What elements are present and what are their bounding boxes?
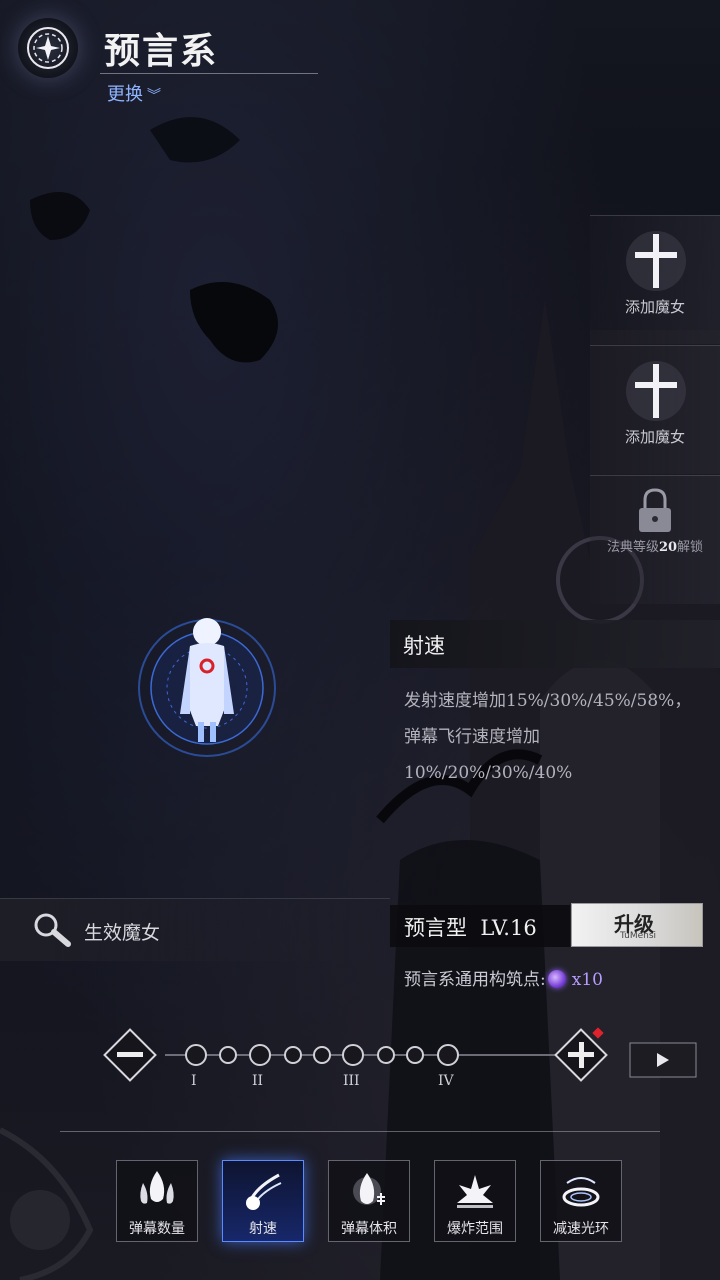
track-nodes <box>185 1044 459 1066</box>
add-witch-slot-1[interactable]: 添加魔女 <box>590 215 720 344</box>
switch-label: 更换 <box>107 84 143 105</box>
explosion-range-icon <box>457 1175 493 1208</box>
points-count: x10 <box>571 970 603 990</box>
locked-witch-slot: 法典等级20解锁 <box>590 475 720 604</box>
chevron-down-icon: ︾ <box>147 88 161 104</box>
tab-barrage-size[interactable]: 弹幕体积 <box>328 1160 410 1242</box>
track-node <box>249 1044 271 1066</box>
tab-label: 射速 <box>249 1221 277 1237</box>
type-level-value: LV.16 <box>480 916 537 940</box>
barrage-size-icon <box>353 1173 385 1205</box>
tab-slow-aura[interactable]: 减速光环 <box>540 1160 622 1242</box>
skill-description: 发射速度增加15%/30%/45%/58%，弹幕飞行速度增加10%/20%/30… <box>404 691 692 783</box>
barrage-count-icon <box>140 1171 174 1204</box>
track-node <box>313 1046 331 1064</box>
prophecy-emblem-icon <box>18 18 78 78</box>
switch-button[interactable]: 更换 ︾ <box>107 80 161 106</box>
type-level: 预言型 LV.16 <box>404 912 537 942</box>
slot-label: 添加魔女 <box>624 428 685 446</box>
cross-icon <box>626 361 686 421</box>
type-name: 预言型 <box>404 916 467 940</box>
add-witch-slot-2[interactable]: 添加魔女 <box>590 345 720 474</box>
tab-label: 爆炸范围 <box>447 1221 503 1237</box>
lock-icon <box>639 488 671 532</box>
stage-label-1: I <box>191 1073 197 1089</box>
skill-name: 射速 <box>403 634 445 658</box>
tab-label: 弹幕数量 <box>129 1221 185 1237</box>
effective-witch-label: 生效魔女 <box>84 922 161 944</box>
slot-label: 添加魔女 <box>624 298 685 316</box>
tab-label: 弹幕体积 <box>341 1221 397 1237</box>
build-points: 预言系通用构筑点: x10 <box>404 965 603 990</box>
level-track <box>103 1027 697 1082</box>
tab-barrage-count[interactable]: 弹幕数量 <box>116 1160 198 1242</box>
tab-explosion-range[interactable]: 爆炸范围 <box>434 1160 516 1242</box>
tabs-divider <box>60 1131 660 1132</box>
track-node <box>377 1046 395 1064</box>
magnifier-icon <box>34 913 71 947</box>
track-node <box>437 1044 459 1066</box>
track-node <box>406 1046 424 1064</box>
page-title: 预言系 <box>104 30 219 72</box>
cross-icon <box>626 231 686 291</box>
slow-aura-icon <box>562 1177 600 1207</box>
fire-rate-icon <box>246 1173 282 1210</box>
tab-fire-rate[interactable]: 射速 <box>222 1160 304 1242</box>
track-node <box>284 1046 302 1064</box>
purple-orb-icon <box>547 970 566 988</box>
upgrade-subtext: TuMensi <box>620 931 657 941</box>
track-node <box>185 1044 207 1066</box>
stage-label-3: III <box>343 1073 360 1089</box>
plus-button[interactable] <box>554 1027 608 1082</box>
unlock-requirement: 法典等级20解锁 <box>606 540 704 555</box>
stage-label-2: II <box>252 1073 264 1089</box>
next-button[interactable] <box>629 1042 697 1078</box>
witch-character <box>138 618 276 757</box>
track-node <box>219 1046 237 1064</box>
points-label: 预言系通用构筑点: <box>404 970 546 990</box>
tab-label: 减速光环 <box>553 1221 609 1237</box>
stage-label-4: IV <box>438 1073 454 1089</box>
title-divider <box>100 73 318 74</box>
minus-button[interactable] <box>103 1028 157 1082</box>
track-node <box>342 1044 364 1066</box>
upgrade-button[interactable]: 升级 TuMensi <box>571 903 703 947</box>
